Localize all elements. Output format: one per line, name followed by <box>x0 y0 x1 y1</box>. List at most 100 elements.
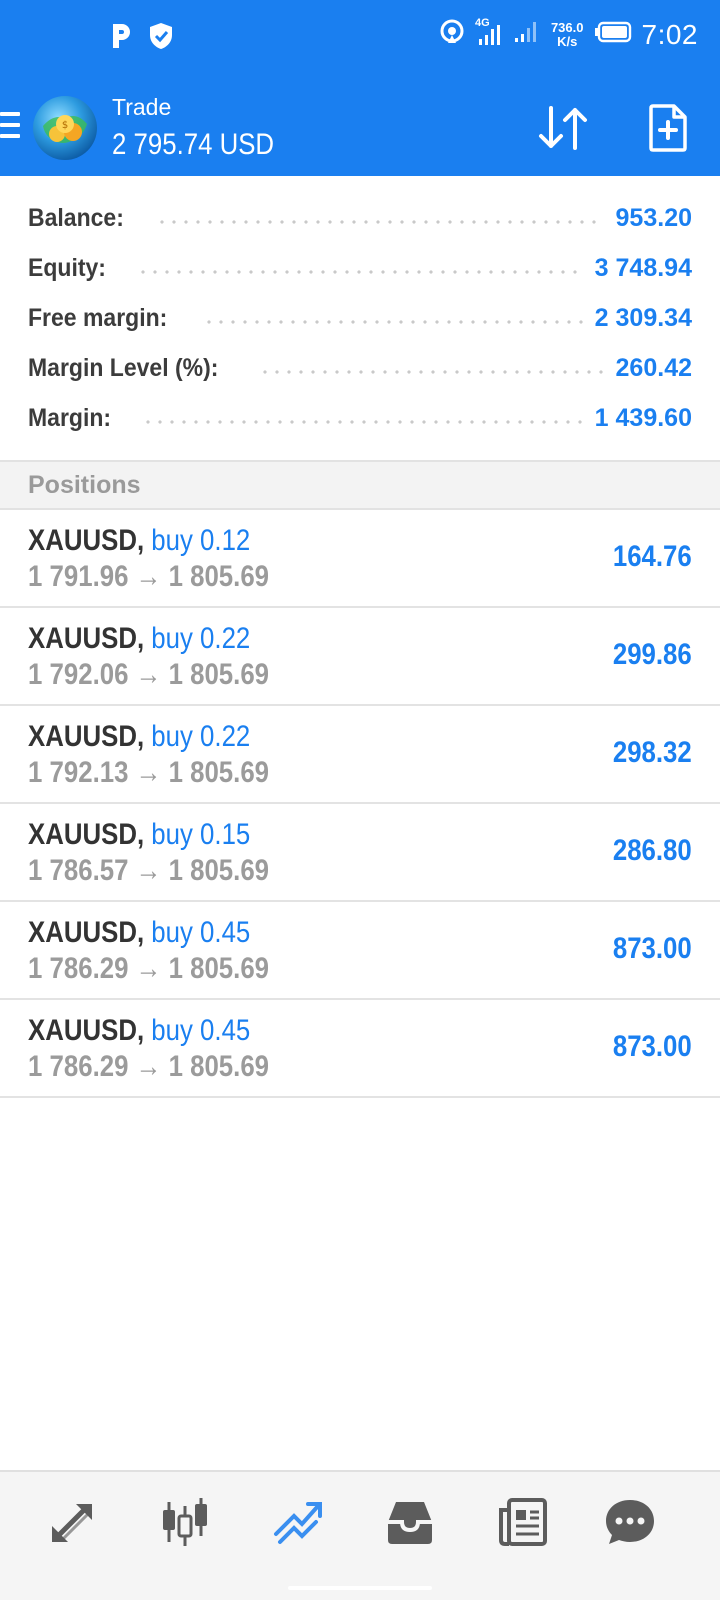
candlestick-chart-icon <box>163 1498 207 1546</box>
summary-value: 3 748.94 <box>594 253 692 282</box>
position-side: buy 0.22 <box>151 720 251 753</box>
positions-section-header: Positions <box>0 460 720 510</box>
status-right-icons: 4G 736.0 K/s 7:02 <box>439 17 698 51</box>
price-arrow-icon: → <box>135 756 162 789</box>
nav-quotes[interactable] <box>44 1494 100 1550</box>
open-price: 1 792.13 <box>28 756 129 789</box>
status-time: 7:02 <box>641 18 698 50</box>
signal-icon: 4G <box>475 17 503 49</box>
open-price: 1 792.06 <box>28 658 129 691</box>
position-prices: 1 786.29 → 1 805.69 <box>28 1050 269 1084</box>
position-title: XAUUSD, buy 0.45 <box>28 1014 250 1048</box>
trade-line-icon <box>274 1502 322 1544</box>
summary-label: Margin Level (%): <box>28 353 219 382</box>
sort-button[interactable] <box>535 100 591 156</box>
position-side: buy 0.15 <box>151 818 251 851</box>
position-row[interactable]: XAUUSD, buy 0.22 1 792.06 → 1 805.69 299… <box>0 608 720 706</box>
signal-icon <box>513 18 541 51</box>
app-header: 4G 736.0 K/s 7:02 $ Trade 2 795.74 USD <box>0 0 720 176</box>
net-speed: 736.0 K/s <box>550 19 584 49</box>
price-arrow-icon: → <box>135 854 162 887</box>
current-price: 1 805.69 <box>168 952 270 985</box>
position-row[interactable]: XAUUSD, buy 0.45 1 786.29 → 1 805.69 873… <box>0 902 720 1000</box>
news-icon <box>499 1498 547 1546</box>
position-prices: 1 792.13 → 1 805.69 <box>28 756 269 790</box>
position-side: buy 0.45 <box>151 1014 251 1047</box>
position-side: buy 0.22 <box>151 622 251 655</box>
dotted-leader <box>142 420 583 424</box>
summary-label: Equity: <box>28 253 106 282</box>
position-prices: 1 792.06 → 1 805.69 <box>28 658 269 692</box>
position-row[interactable]: XAUUSD, buy 0.12 1 791.96 → 1 805.69 164… <box>0 510 720 608</box>
position-title: XAUUSD, buy 0.12 <box>28 524 250 558</box>
summary-row-margin-level: Margin Level (%): 260.42 <box>28 343 692 393</box>
shield-check-icon <box>148 22 174 55</box>
quotes-arrows-icon <box>52 1504 92 1542</box>
position-title: XAUUSD, buy 0.45 <box>28 916 250 950</box>
summary-value: 2 309.34 <box>594 303 692 332</box>
positions-list: XAUUSD, buy 0.12 1 791.96 → 1 805.69 164… <box>0 510 720 1098</box>
current-price: 1 805.69 <box>168 658 270 691</box>
nav-chat[interactable] <box>602 1494 658 1550</box>
price-arrow-icon: → <box>135 1050 162 1083</box>
current-price: 1 805.69 <box>168 560 270 593</box>
history-inbox-icon <box>388 1502 432 1544</box>
position-side: buy 0.45 <box>151 916 251 949</box>
position-prices: 1 786.57 → 1 805.69 <box>28 854 269 888</box>
position-symbol: XAUUSD, <box>28 1014 145 1047</box>
position-row[interactable]: XAUUSD, buy 0.15 1 786.57 → 1 805.69 286… <box>0 804 720 902</box>
position-title: XAUUSD, buy 0.15 <box>28 818 250 852</box>
toolbar: $ Trade 2 795.74 USD <box>0 80 720 176</box>
position-profit: 286.80 <box>613 834 692 867</box>
position-row[interactable]: XAUUSD, buy 0.22 1 792.13 → 1 805.69 298… <box>0 706 720 804</box>
nav-chart[interactable] <box>157 1494 213 1550</box>
positions-header-label: Positions <box>28 470 141 499</box>
status-left-icons <box>110 22 174 55</box>
app-logo: $ <box>33 96 97 160</box>
position-title: XAUUSD, buy 0.22 <box>28 720 250 754</box>
summary-row-balance: Balance: 953.20 <box>28 193 692 243</box>
summary-label: Balance: <box>28 203 124 232</box>
summary-value: 1 439.60 <box>594 403 692 432</box>
summary-label: Free margin: <box>28 303 168 332</box>
net-speed-unit: K/s <box>557 33 578 49</box>
position-prices: 1 786.29 → 1 805.69 <box>28 952 269 986</box>
summary-value: 260.42 <box>615 353 692 382</box>
nav-history[interactable] <box>382 1494 438 1550</box>
position-symbol: XAUUSD, <box>28 818 145 851</box>
dotted-leader <box>203 320 583 324</box>
current-price: 1 805.69 <box>168 854 270 887</box>
open-price: 1 786.29 <box>28 952 129 985</box>
position-title: XAUUSD, buy 0.22 <box>28 622 250 656</box>
open-price: 1 786.29 <box>28 1050 129 1083</box>
nav-trade[interactable] <box>270 1494 326 1550</box>
position-symbol: XAUUSD, <box>28 916 145 949</box>
new-document-icon <box>649 104 687 152</box>
position-profit: 298.32 <box>613 736 692 769</box>
dotted-leader <box>136 270 583 274</box>
position-row[interactable]: XAUUSD, buy 0.45 1 786.29 → 1 805.69 873… <box>0 1000 720 1098</box>
nav-news[interactable] <box>495 1494 551 1550</box>
svg-text:$: $ <box>62 120 68 131</box>
summary-row-margin: Margin: 1 439.60 <box>28 393 692 443</box>
menu-icon[interactable] <box>0 112 20 142</box>
summary-row-equity: Equity: 3 748.94 <box>28 243 692 293</box>
bottom-nav <box>0 1470 720 1568</box>
home-indicator[interactable] <box>288 1586 432 1590</box>
position-profit: 873.00 <box>613 1030 692 1063</box>
dotted-leader <box>156 220 604 224</box>
toolbar-title: Trade <box>112 94 172 120</box>
position-symbol: XAUUSD, <box>28 720 145 753</box>
sort-arrows-icon <box>539 106 587 150</box>
account-summary: Balance: 953.20 Equity: 3 748.94 Free ma… <box>0 176 720 460</box>
position-prices: 1 791.96 → 1 805.69 <box>28 560 269 594</box>
current-price: 1 805.69 <box>168 1050 270 1083</box>
price-arrow-icon: → <box>135 560 162 593</box>
summary-label: Margin: <box>28 403 112 432</box>
price-arrow-icon: → <box>135 658 162 691</box>
summary-row-free-margin: Free margin: 2 309.34 <box>28 293 692 343</box>
summary-value: 953.20 <box>615 203 692 232</box>
position-profit: 164.76 <box>613 540 692 573</box>
new-order-button[interactable] <box>640 100 696 156</box>
net-speed-value: 736.0 <box>550 19 584 35</box>
